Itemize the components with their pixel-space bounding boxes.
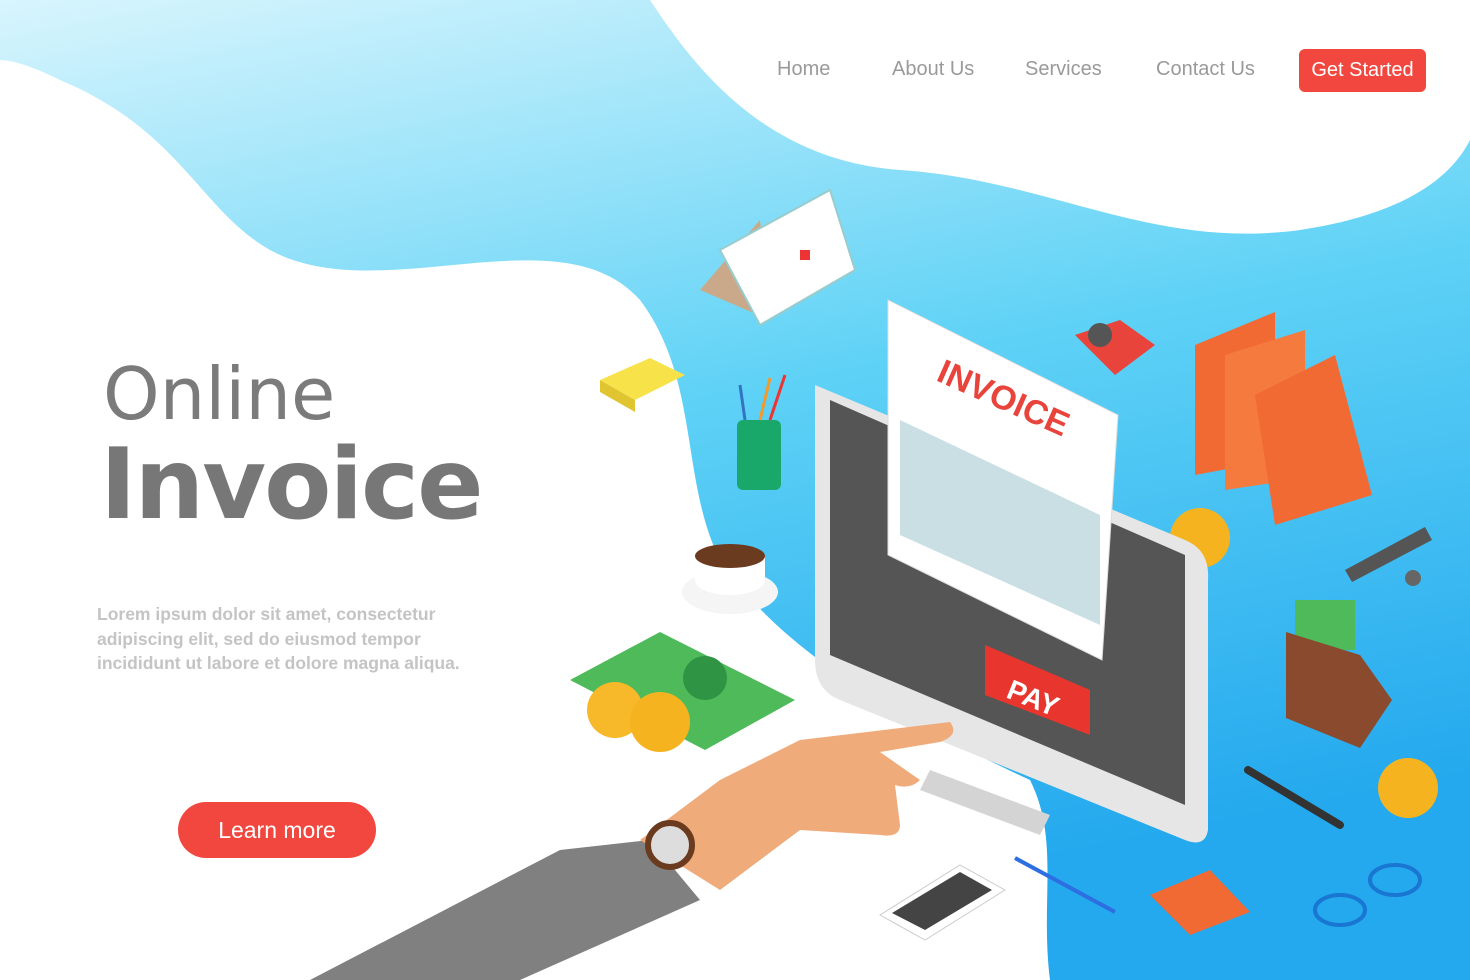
hero-title-line2: Invoice	[100, 428, 484, 542]
nav-about-us[interactable]: About Us	[892, 58, 974, 81]
smartphone-icon	[879, 864, 1006, 941]
hero-description: Lorem ipsum dolor sit amet, consectetur …	[97, 604, 460, 673]
sticky-notes-icon	[600, 358, 685, 412]
get-started-button[interactable]: Get Started	[1299, 49, 1426, 92]
hero-title-line1: Online	[103, 352, 336, 436]
coffee-cup-icon	[682, 544, 778, 614]
learn-more-button[interactable]: Learn more	[178, 802, 376, 858]
hand-illustration	[310, 722, 954, 980]
nav-services[interactable]: Services	[1025, 58, 1102, 81]
nav-contact-us[interactable]: Contact Us	[1156, 58, 1255, 81]
nav-home[interactable]: Home	[777, 58, 830, 81]
